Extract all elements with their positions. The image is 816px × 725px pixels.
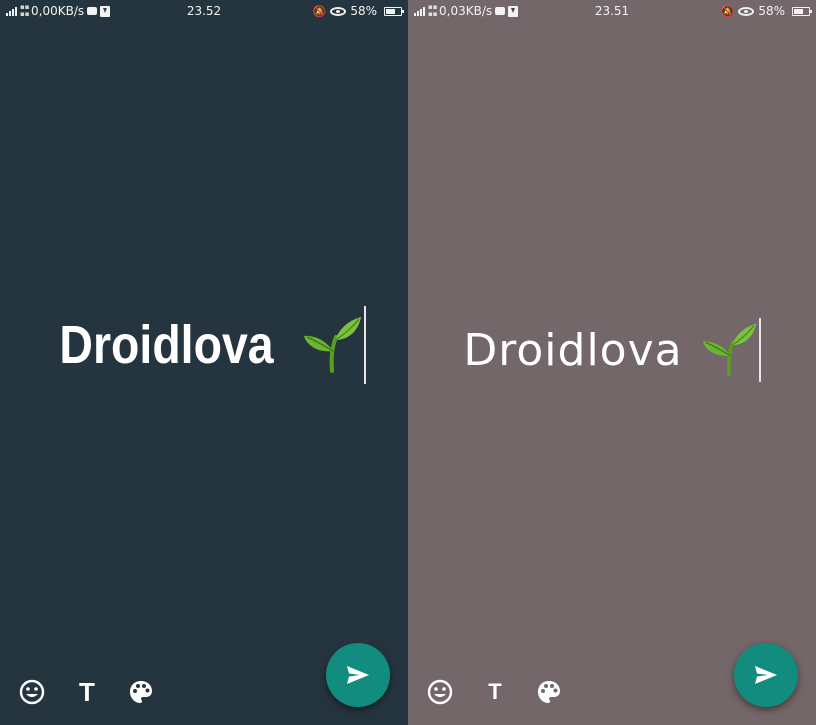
seedling-icon (302, 313, 362, 377)
network-speed: 0,00KB/s (31, 4, 85, 18)
palette-icon (130, 681, 152, 703)
eye-icon (738, 6, 755, 16)
download-icon (508, 5, 519, 17)
download-icon (100, 5, 111, 17)
color-button[interactable] (534, 677, 564, 707)
status-text-input[interactable]: Droidlova (408, 305, 816, 395)
emoji-button[interactable] (425, 677, 455, 707)
text-cursor (363, 306, 366, 384)
emoji-button[interactable] (17, 677, 47, 707)
color-button[interactable] (126, 677, 156, 707)
battery-percent: 58% (350, 4, 377, 18)
mute-icon: 🔕 (720, 4, 735, 18)
battery-icon (792, 6, 812, 16)
text-style-button[interactable]: T (72, 677, 102, 707)
status-bar: ▪▪ ▪▪ 0,03KB/s 23.51 🔕 58% (408, 0, 816, 22)
status-editor-right: ▪▪ ▪▪ 0,03KB/s 23.51 🔕 58% Droidlova T (408, 0, 816, 725)
sim-icon: ▪▪ ▪▪ (428, 3, 438, 18)
emoji-icon (427, 679, 453, 705)
battery-icon (384, 6, 404, 16)
sim-icon: ▪▪ ▪▪ (20, 3, 30, 18)
status-editor-left: ▪▪ ▪▪ 0,00KB/s 23.52 🔕 58% Droidlova T (0, 0, 408, 725)
status-bar-left: ▪▪ ▪▪ 0,03KB/s (414, 4, 721, 18)
battery-percent: 58% (758, 4, 785, 18)
signal-icon (6, 6, 17, 16)
palette-icon (538, 681, 560, 703)
network-speed: 0,03KB/s (439, 4, 493, 18)
seedling-icon (701, 320, 757, 380)
signal-icon (414, 6, 425, 16)
mute-icon: 🔕 (312, 4, 327, 18)
emoji-icon (19, 679, 45, 705)
status-text-input[interactable]: Droidlova (0, 300, 408, 390)
text-cursor (758, 318, 761, 382)
text-style-icon: T (488, 679, 502, 704)
send-button[interactable] (734, 643, 798, 707)
eye-icon (330, 6, 347, 16)
text-style-button[interactable]: T (480, 677, 510, 707)
status-bar-left: ▪▪ ▪▪ 0,00KB/s (6, 4, 313, 18)
status-bar: ▪▪ ▪▪ 0,00KB/s 23.52 🔕 58% (0, 0, 408, 22)
send-button[interactable] (326, 643, 390, 707)
send-icon (755, 666, 777, 684)
status-bar-right: 🔕 58% (312, 4, 404, 18)
status-bar-right: 🔕 58% (720, 4, 812, 18)
text-style-icon: T (79, 677, 95, 707)
message-icon (495, 7, 506, 15)
message-icon (87, 7, 98, 15)
send-icon (347, 666, 369, 684)
status-text: Droidlova (463, 324, 683, 376)
status-text: Droidlova (59, 315, 275, 375)
